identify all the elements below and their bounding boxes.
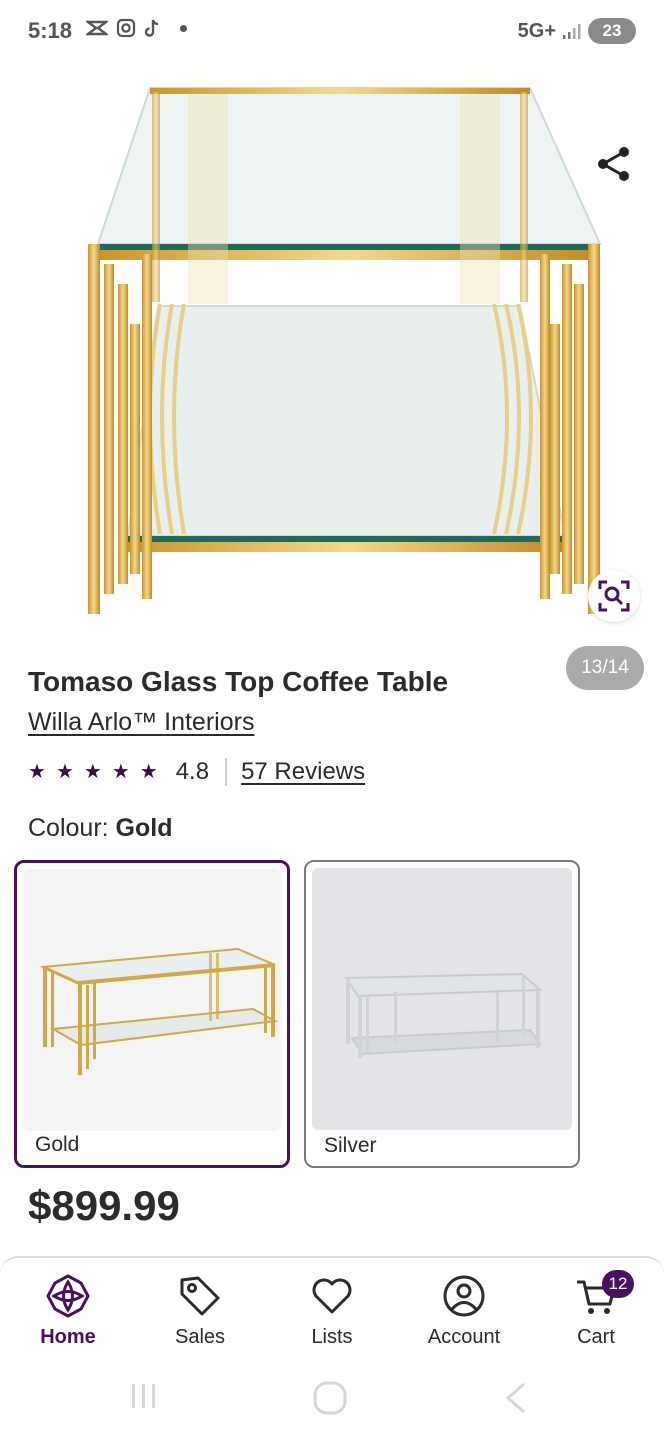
- more-dot-icon: [180, 24, 187, 32]
- image-counter: 13/14: [566, 646, 644, 690]
- rating-value: 4.8: [175, 758, 210, 785]
- tiktok-icon: [144, 19, 159, 37]
- divider: [225, 758, 228, 786]
- price: $899.99: [28, 1182, 180, 1229]
- swatch-gold[interactable]: Gold: [14, 860, 290, 1168]
- nav-account-label: Account: [427, 1326, 501, 1348]
- share-icon: [598, 147, 629, 181]
- visual-search-button[interactable]: [588, 570, 640, 622]
- signal-icon: [563, 24, 581, 39]
- back-icon: [505, 1382, 525, 1414]
- recent-apps-icon: [132, 1384, 155, 1408]
- status-right: 5G+ 23: [518, 18, 636, 44]
- status-time: 5:18: [28, 18, 73, 43]
- account-icon: [440, 1272, 488, 1320]
- star-icon: ★: [28, 761, 46, 783]
- colour-selected: Gold: [115, 814, 173, 842]
- product-image-gallery[interactable]: 13/14: [0, 64, 664, 690]
- product-title: Tomaso Glass Top Coffee Table: [28, 666, 449, 697]
- colour-label: Colour: Gold: [28, 814, 172, 843]
- back-button[interactable]: [500, 1380, 532, 1421]
- nav-sales-label: Sales: [174, 1326, 226, 1348]
- star-icon: ★: [83, 761, 102, 783]
- nav-sales[interactable]: Sales: [140, 1272, 260, 1349]
- rating-row: ★ ★ ★ ★ ★ 4.8 57 Reviews: [28, 756, 365, 788]
- network-type: 5G+: [517, 19, 556, 42]
- home-system-button[interactable]: [312, 1380, 348, 1421]
- share-button[interactable]: [594, 144, 634, 184]
- notification-icons: [86, 18, 187, 38]
- star-icon: ★: [111, 761, 130, 783]
- colour-label-text: Colour:: [28, 814, 109, 842]
- cart-count-badge: 12: [602, 1270, 634, 1298]
- brand-link[interactable]: Willa Arlo™ Interiors: [28, 708, 254, 737]
- heart-icon: [308, 1272, 356, 1320]
- star-rating: ★ ★ ★ ★ ★: [28, 762, 158, 782]
- status-bar: 5:18 5G+ 23: [0, 0, 664, 64]
- home-logo-icon: [44, 1272, 92, 1320]
- star-icon: ★: [139, 761, 158, 783]
- nav-home-label: Home: [40, 1326, 96, 1348]
- swatch-silver[interactable]: Silver: [304, 860, 580, 1168]
- star-icon: ★: [55, 761, 74, 783]
- swatch-silver-image: [312, 868, 572, 1130]
- system-nav-bar: [0, 1356, 664, 1440]
- visual-search-icon: [598, 580, 630, 612]
- reviews-link[interactable]: 57 Reviews: [241, 758, 365, 786]
- tag-icon: [176, 1272, 224, 1320]
- nav-cart-label: Cart: [577, 1326, 615, 1348]
- instagram-icon: [116, 18, 136, 38]
- swatch-gold-label: Gold: [35, 1133, 80, 1156]
- home-system-icon: [313, 1381, 347, 1415]
- swatch-silver-label: Silver: [324, 1134, 377, 1157]
- recent-apps-button[interactable]: [128, 1380, 160, 1417]
- nav-home[interactable]: Home: [8, 1272, 128, 1349]
- capcut-icon: [86, 20, 108, 36]
- nav-lists[interactable]: Lists: [272, 1272, 392, 1349]
- bottom-nav: Home Sales Lists Account 12 Cart: [0, 1256, 664, 1356]
- nav-account[interactable]: Account: [404, 1272, 524, 1349]
- product-image: [88, 87, 602, 614]
- nav-cart[interactable]: 12 Cart: [536, 1270, 656, 1349]
- battery-indicator: 23: [588, 18, 636, 44]
- nav-lists-label: Lists: [311, 1326, 353, 1348]
- swatch-gold-image: [23, 869, 281, 1131]
